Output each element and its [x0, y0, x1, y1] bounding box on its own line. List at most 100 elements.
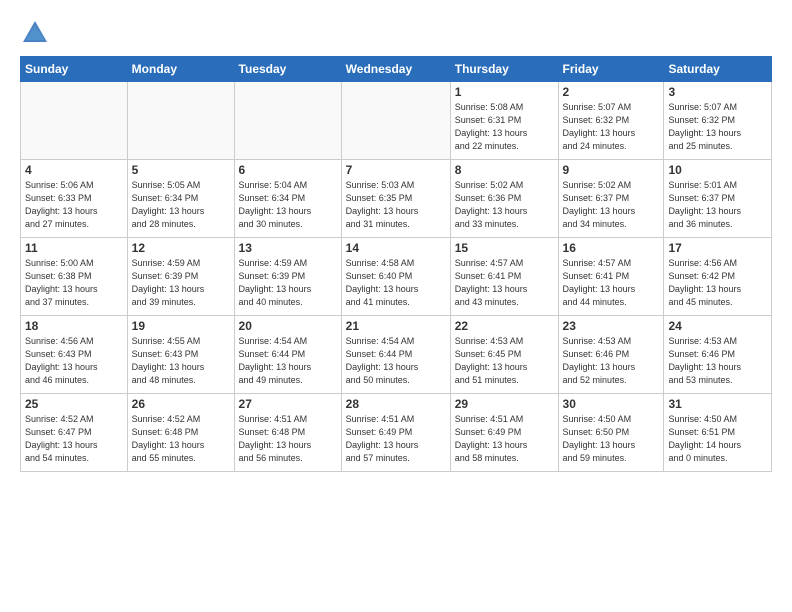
day-info: Sunrise: 4:56 AM Sunset: 6:43 PM Dayligh…	[25, 335, 123, 387]
calendar-cell: 2 Sunrise: 5:07 AM Sunset: 6:32 PM Daylig…	[558, 82, 664, 160]
day-info: Sunrise: 4:53 AM Sunset: 6:46 PM Dayligh…	[563, 335, 660, 387]
day-number: 4	[25, 163, 123, 177]
calendar-cell: 24 Sunrise: 4:53 AM Sunset: 6:46 PM Dayli…	[664, 316, 772, 394]
day-number: 24	[668, 319, 767, 333]
day-header-sunday: Sunday	[21, 57, 128, 82]
calendar-table: SundayMondayTuesdayWednesdayThursdayFrid…	[20, 56, 772, 472]
day-info: Sunrise: 4:51 AM Sunset: 6:49 PM Dayligh…	[346, 413, 446, 465]
day-header-wednesday: Wednesday	[341, 57, 450, 82]
day-info: Sunrise: 4:57 AM Sunset: 6:41 PM Dayligh…	[563, 257, 660, 309]
calendar-cell	[234, 82, 341, 160]
page: SundayMondayTuesdayWednesdayThursdayFrid…	[0, 0, 792, 612]
calendar-cell: 10 Sunrise: 5:01 AM Sunset: 6:37 PM Dayli…	[664, 160, 772, 238]
day-info: Sunrise: 4:54 AM Sunset: 6:44 PM Dayligh…	[239, 335, 337, 387]
day-number: 16	[563, 241, 660, 255]
day-number: 17	[668, 241, 767, 255]
calendar-cell: 14Sunrise: 4:58 AM Sunset: 6:40 PM Dayli…	[341, 238, 450, 316]
day-header-friday: Friday	[558, 57, 664, 82]
calendar-cell: 18 Sunrise: 4:56 AM Sunset: 6:43 PM Dayli…	[21, 316, 128, 394]
calendar-cell	[341, 82, 450, 160]
day-number: 2	[563, 85, 660, 99]
day-info: Sunrise: 4:50 AM Sunset: 6:50 PM Dayligh…	[563, 413, 660, 465]
day-info: Sunrise: 5:06 AM Sunset: 6:33 PM Dayligh…	[25, 179, 123, 231]
calendar-cell: 17Sunrise: 4:56 AM Sunset: 6:42 PM Dayli…	[664, 238, 772, 316]
day-info: Sunrise: 4:59 AM Sunset: 6:39 PM Dayligh…	[132, 257, 230, 309]
calendar-cell: 5 Sunrise: 5:05 AM Sunset: 6:34 PM Daylig…	[127, 160, 234, 238]
day-number: 27	[239, 397, 337, 411]
calendar-cell: 7 Sunrise: 5:03 AM Sunset: 6:35 PM Daylig…	[341, 160, 450, 238]
calendar-week-row: 25Sunrise: 4:52 AM Sunset: 6:47 PM Dayli…	[21, 394, 772, 472]
day-number: 13	[239, 241, 337, 255]
calendar-cell: 9 Sunrise: 5:02 AM Sunset: 6:37 PM Daylig…	[558, 160, 664, 238]
calendar-cell: 8Sunrise: 5:02 AM Sunset: 6:36 PM Daylig…	[450, 160, 558, 238]
calendar-cell: 27 Sunrise: 4:51 AM Sunset: 6:48 PM Dayli…	[234, 394, 341, 472]
day-number: 28	[346, 397, 446, 411]
day-number: 26	[132, 397, 230, 411]
calendar-cell: 21 Sunrise: 4:54 AM Sunset: 6:44 PM Dayli…	[341, 316, 450, 394]
day-number: 22	[455, 319, 554, 333]
calendar-week-row: 11 Sunrise: 5:00 AM Sunset: 6:38 PM Dayli…	[21, 238, 772, 316]
day-number: 18	[25, 319, 123, 333]
day-info: Sunrise: 5:03 AM Sunset: 6:35 PM Dayligh…	[346, 179, 446, 231]
day-info: Sunrise: 5:08 AM Sunset: 6:31 PM Dayligh…	[455, 101, 554, 153]
day-number: 3	[668, 85, 767, 99]
day-number: 11	[25, 241, 123, 255]
day-info: Sunrise: 4:59 AM Sunset: 6:39 PM Dayligh…	[239, 257, 337, 309]
calendar-cell: 20 Sunrise: 4:54 AM Sunset: 6:44 PM Dayli…	[234, 316, 341, 394]
day-info: Sunrise: 4:58 AM Sunset: 6:40 PM Dayligh…	[346, 257, 446, 309]
day-info: Sunrise: 5:07 AM Sunset: 6:32 PM Dayligh…	[668, 101, 767, 153]
calendar-week-row: 18 Sunrise: 4:56 AM Sunset: 6:43 PM Dayli…	[21, 316, 772, 394]
day-number: 15	[455, 241, 554, 255]
calendar-cell: 16 Sunrise: 4:57 AM Sunset: 6:41 PM Dayli…	[558, 238, 664, 316]
day-number: 21	[346, 319, 446, 333]
day-number: 25	[25, 397, 123, 411]
calendar-cell: 19 Sunrise: 4:55 AM Sunset: 6:43 PM Dayli…	[127, 316, 234, 394]
day-header-tuesday: Tuesday	[234, 57, 341, 82]
calendar-cell: 25Sunrise: 4:52 AM Sunset: 6:47 PM Dayli…	[21, 394, 128, 472]
day-info: Sunrise: 5:07 AM Sunset: 6:32 PM Dayligh…	[563, 101, 660, 153]
day-info: Sunrise: 4:55 AM Sunset: 6:43 PM Dayligh…	[132, 335, 230, 387]
day-number: 12	[132, 241, 230, 255]
day-info: Sunrise: 5:05 AM Sunset: 6:34 PM Dayligh…	[132, 179, 230, 231]
day-number: 23	[563, 319, 660, 333]
calendar-week-row: 1Sunrise: 5:08 AM Sunset: 6:31 PM Daylig…	[21, 82, 772, 160]
calendar-cell: 23 Sunrise: 4:53 AM Sunset: 6:46 PM Dayli…	[558, 316, 664, 394]
calendar-cell: 15Sunrise: 4:57 AM Sunset: 6:41 PM Dayli…	[450, 238, 558, 316]
day-header-monday: Monday	[127, 57, 234, 82]
calendar-cell: 6 Sunrise: 5:04 AM Sunset: 6:34 PM Daylig…	[234, 160, 341, 238]
day-info: Sunrise: 4:53 AM Sunset: 6:45 PM Dayligh…	[455, 335, 554, 387]
day-info: Sunrise: 5:02 AM Sunset: 6:37 PM Dayligh…	[563, 179, 660, 231]
day-number: 10	[668, 163, 767, 177]
calendar-cell: 26Sunrise: 4:52 AM Sunset: 6:48 PM Dayli…	[127, 394, 234, 472]
day-info: Sunrise: 5:00 AM Sunset: 6:38 PM Dayligh…	[25, 257, 123, 309]
day-info: Sunrise: 5:04 AM Sunset: 6:34 PM Dayligh…	[239, 179, 337, 231]
header	[20, 18, 772, 48]
day-number: 9	[563, 163, 660, 177]
day-number: 19	[132, 319, 230, 333]
day-number: 5	[132, 163, 230, 177]
day-number: 29	[455, 397, 554, 411]
day-info: Sunrise: 4:54 AM Sunset: 6:44 PM Dayligh…	[346, 335, 446, 387]
calendar-cell: 12 Sunrise: 4:59 AM Sunset: 6:39 PM Dayli…	[127, 238, 234, 316]
calendar-cell	[127, 82, 234, 160]
day-info: Sunrise: 5:01 AM Sunset: 6:37 PM Dayligh…	[668, 179, 767, 231]
day-number: 6	[239, 163, 337, 177]
logo	[20, 18, 54, 48]
day-info: Sunrise: 4:51 AM Sunset: 6:48 PM Dayligh…	[239, 413, 337, 465]
calendar-cell: 4 Sunrise: 5:06 AM Sunset: 6:33 PM Daylig…	[21, 160, 128, 238]
day-header-saturday: Saturday	[664, 57, 772, 82]
calendar-cell	[21, 82, 128, 160]
day-number: 30	[563, 397, 660, 411]
day-info: Sunrise: 4:53 AM Sunset: 6:46 PM Dayligh…	[668, 335, 767, 387]
calendar-cell: 22 Sunrise: 4:53 AM Sunset: 6:45 PM Dayli…	[450, 316, 558, 394]
day-number: 20	[239, 319, 337, 333]
day-number: 7	[346, 163, 446, 177]
calendar-cell: 30 Sunrise: 4:50 AM Sunset: 6:50 PM Dayli…	[558, 394, 664, 472]
calendar-cell: 1Sunrise: 5:08 AM Sunset: 6:31 PM Daylig…	[450, 82, 558, 160]
day-info: Sunrise: 4:50 AM Sunset: 6:51 PM Dayligh…	[668, 413, 767, 465]
day-number: 8	[455, 163, 554, 177]
day-number: 31	[668, 397, 767, 411]
day-info: Sunrise: 4:51 AM Sunset: 6:49 PM Dayligh…	[455, 413, 554, 465]
day-header-thursday: Thursday	[450, 57, 558, 82]
logo-icon	[20, 18, 50, 48]
